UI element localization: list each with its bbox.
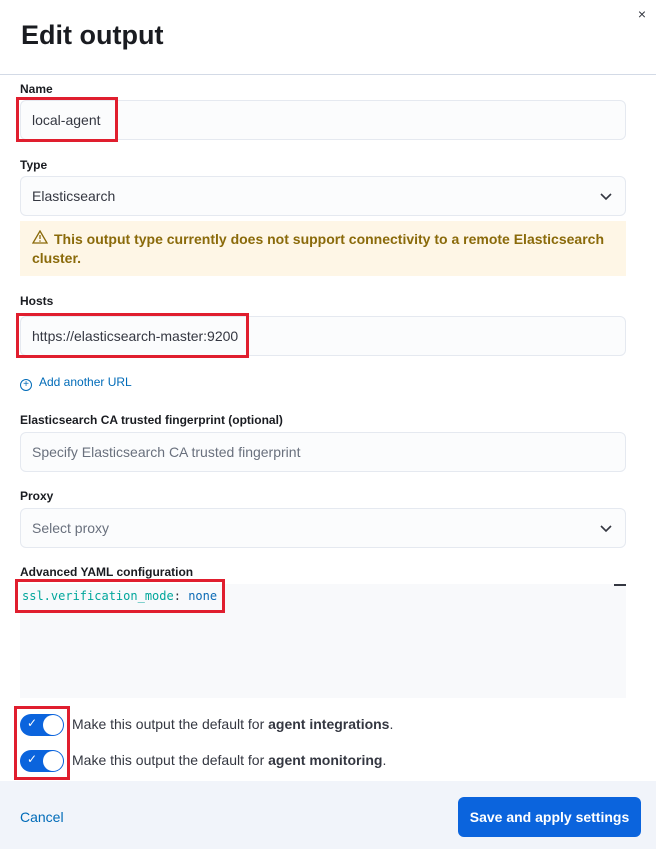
check-icon: ✓: [27, 752, 38, 766]
name-label: Name: [20, 82, 53, 96]
yaml-separator: :: [173, 589, 181, 603]
chevron-down-icon: [600, 193, 612, 201]
proxy-label: Proxy: [20, 489, 54, 503]
toggle-label: Make this output the default for agent m…: [72, 752, 386, 768]
toggle-label: Make this output the default for agent i…: [72, 716, 393, 732]
hosts-input[interactable]: https://elasticsearch-master:9200: [20, 316, 626, 356]
fingerprint-input[interactable]: Specify Elasticsearch CA trusted fingerp…: [20, 432, 626, 472]
warning-text: This output type currently does not supp…: [32, 231, 604, 266]
warning-icon: [31, 229, 50, 249]
type-select[interactable]: Elasticsearch: [20, 176, 626, 216]
add-url-button[interactable]: + Add another URL: [20, 375, 132, 391]
cancel-button[interactable]: Cancel: [20, 809, 64, 825]
flyout-footer: Cancel Save and apply settings: [0, 781, 656, 849]
add-url-label: Add another URL: [39, 375, 132, 389]
flyout-header: Edit output ×: [0, 0, 656, 75]
proxy-select[interactable]: Select proxy: [20, 508, 626, 548]
yaml-label: Advanced YAML configuration: [20, 565, 194, 579]
name-value: local-agent: [32, 112, 101, 128]
type-label: Type: [20, 158, 48, 172]
switch-knob: [43, 751, 63, 771]
hosts-value: https://elasticsearch-master:9200: [32, 328, 239, 344]
warning-callout: This output type currently does not supp…: [20, 221, 626, 276]
toggle-label-bold: agent monitoring: [268, 752, 383, 768]
switch-knob: [43, 715, 63, 735]
default-integrations-switch[interactable]: ✓: [20, 714, 64, 736]
check-icon: ✓: [27, 716, 38, 730]
toggle-label-suffix: .: [382, 752, 387, 768]
proxy-placeholder: Select proxy: [32, 520, 110, 536]
default-monitoring-switch[interactable]: ✓: [20, 750, 64, 772]
page-title: Edit output: [21, 20, 164, 50]
toggle-label-prefix: Make this output the default for: [72, 752, 269, 768]
yaml-value: none: [188, 589, 218, 603]
yaml-editor[interactable]: ssl.verification_mode: none: [20, 584, 626, 698]
editor-scrollbar[interactable]: [614, 584, 626, 586]
toggle-label-bold: agent integrations: [268, 716, 390, 732]
hosts-label: Hosts: [20, 294, 54, 308]
toggle-label-prefix: Make this output the default for: [72, 716, 269, 732]
yaml-key: ssl.verification_mode: [22, 589, 174, 603]
plus-circle-icon: +: [20, 379, 32, 391]
name-input[interactable]: local-agent: [20, 100, 626, 140]
close-icon[interactable]: ×: [634, 6, 650, 22]
fingerprint-label: Elasticsearch CA trusted fingerprint (op…: [20, 413, 283, 427]
fingerprint-placeholder: Specify Elasticsearch CA trusted fingerp…: [32, 444, 301, 460]
chevron-down-icon: [600, 525, 612, 533]
type-value: Elasticsearch: [32, 188, 116, 204]
toggle-label-suffix: .: [389, 716, 394, 732]
save-button[interactable]: Save and apply settings: [458, 797, 641, 837]
